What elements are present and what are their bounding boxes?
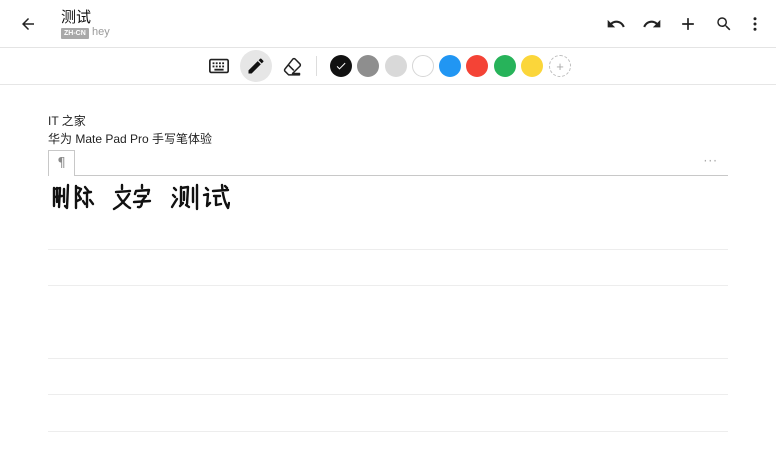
back-button[interactable] (15, 11, 41, 37)
arrow-back-icon (22, 18, 34, 30)
ruled-line (48, 431, 728, 432)
color-swatch[interactable] (357, 55, 379, 77)
divider (0, 84, 776, 85)
note-subtitle: hey (92, 26, 110, 38)
keyboard-tool-button[interactable] (203, 50, 235, 82)
color-swatch[interactable] (412, 55, 434, 77)
paragraph-button[interactable]: ¶ (48, 150, 75, 176)
keyboard-icon (209, 58, 229, 74)
more-horiz-icon[interactable]: ··· (704, 154, 718, 168)
ruled-line (48, 249, 728, 250)
pen-tool-button[interactable] (240, 50, 272, 82)
ruled-line (48, 394, 728, 395)
search-button[interactable] (706, 11, 742, 37)
search-icon (717, 17, 731, 31)
plus-icon (682, 18, 694, 30)
handwriting-block-header: ¶ ··· (48, 150, 728, 176)
add-color-button[interactable]: + (549, 55, 571, 77)
ruled-line (48, 285, 728, 286)
color-swatch[interactable] (466, 55, 488, 77)
redo-button[interactable] (634, 11, 670, 37)
drawing-toolbar: + (0, 48, 776, 84)
top-actions (598, 11, 768, 37)
eraser-icon (283, 57, 301, 76)
note-body: IT 之家 华为 Mate Pad Pro 手写笔体验 (48, 112, 728, 148)
toolbar-separator (316, 56, 317, 76)
note-title: 测试 (61, 8, 92, 26)
color-swatch[interactable] (439, 55, 461, 77)
note-line[interactable]: 华为 Mate Pad Pro 手写笔体验 (48, 130, 728, 148)
redo-icon (643, 19, 661, 28)
ruled-line (48, 358, 728, 359)
undo-button[interactable] (598, 11, 634, 37)
color-swatch[interactable] (521, 55, 543, 77)
language-badge: ZH-CN (61, 28, 89, 39)
pen-icon (248, 58, 264, 74)
check-icon (336, 62, 346, 70)
more-button[interactable] (742, 11, 768, 37)
undo-icon (607, 19, 625, 28)
add-button[interactable] (670, 11, 706, 37)
app-bar: 测试 ZH-CN hey (0, 0, 776, 47)
more-vert-icon (753, 17, 757, 31)
color-swatch[interactable] (330, 55, 352, 77)
eraser-tool-button[interactable] (276, 50, 308, 82)
handwritten-ink[interactable] (50, 180, 230, 214)
color-swatch[interactable] (385, 55, 407, 77)
color-swatch[interactable] (494, 55, 516, 77)
note-line[interactable]: IT 之家 (48, 112, 728, 130)
